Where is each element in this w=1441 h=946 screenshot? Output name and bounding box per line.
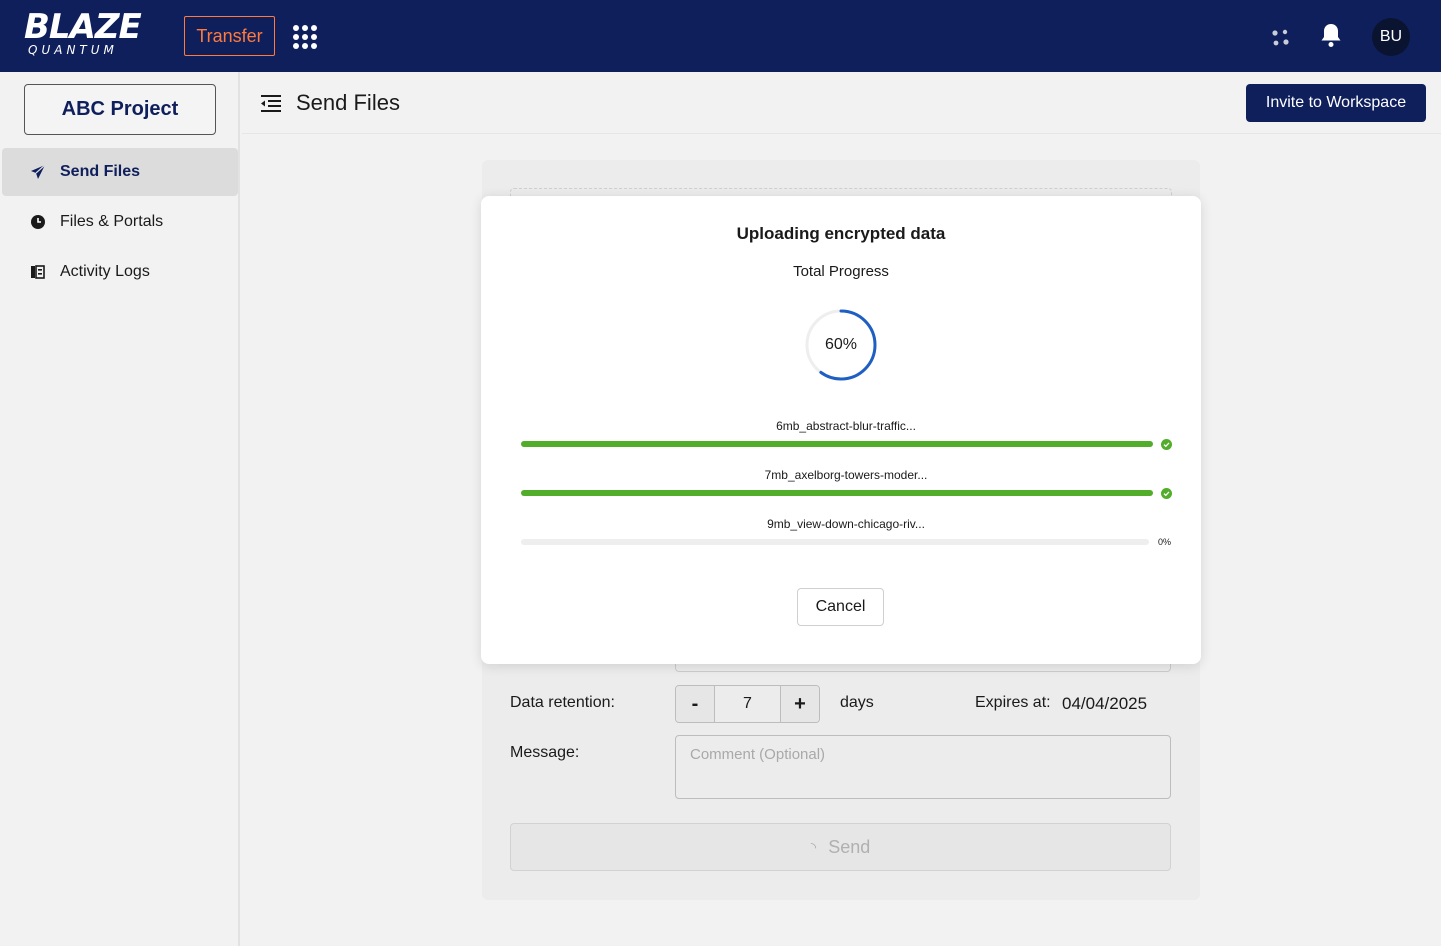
retention-value[interactable]: 7 <box>714 686 781 722</box>
sidebar-item-files-portals[interactable]: Files & Portals <box>2 198 238 246</box>
file-progress-fill <box>521 490 1153 496</box>
send-button-label: Send <box>828 836 871 857</box>
user-avatar[interactable]: BU <box>1372 18 1410 56</box>
cancel-button[interactable]: Cancel <box>797 588 884 626</box>
sidebar-item-send-files[interactable]: Send Files <box>2 148 238 196</box>
file-progress-track <box>521 539 1149 545</box>
bell-icon[interactable] <box>1319 22 1343 48</box>
file-name: 6mb_abstract-blur-traffic... <box>776 419 916 433</box>
app-name-badge[interactable]: Transfer <box>184 16 275 56</box>
loading-spinner-icon: ◝ <box>810 838 817 855</box>
data-retention-label: Data retention: <box>510 694 615 711</box>
check-icon <box>1161 439 1172 450</box>
check-icon <box>1161 488 1172 499</box>
dots-icon[interactable] <box>1271 28 1291 48</box>
blaze-quantum-logo[interactable]: BLAZE QUANTUM <box>24 10 164 60</box>
modal-title: Uploading encrypted data <box>736 224 946 243</box>
file-progress-track <box>521 490 1153 496</box>
logo-sub-text: QUANTUM <box>28 43 118 57</box>
page-header: Send Files Invite to Workspace <box>242 72 1441 134</box>
file-name: 7mb_axelborg-towers-moder... <box>764 468 928 482</box>
file-progress-percent: 0% <box>1158 537 1172 547</box>
decrement-button[interactable]: - <box>676 686 714 722</box>
log-icon <box>31 265 45 279</box>
days-label: days <box>840 694 874 711</box>
sidebar-item-label: Send Files <box>60 163 141 180</box>
total-progress-percent: 60% <box>824 336 858 353</box>
upload-progress-modal: Uploading encrypted data Total Progress … <box>481 196 1201 664</box>
file-name: 9mb_view-down-chicago-riv... <box>767 517 925 531</box>
expires-at-value: 04/04/2025 <box>1062 694 1148 713</box>
sidebar-item-label: Files & Portals <box>60 213 164 230</box>
clock-icon <box>31 215 45 229</box>
project-selector-button[interactable]: ABC Project <box>24 84 216 135</box>
sidebar-item-activity-logs[interactable]: Activity Logs <box>2 248 238 296</box>
retention-stepper: - 7 + <box>675 685 820 723</box>
logo-main-text: BLAZE <box>24 7 142 47</box>
file-progress-fill <box>521 441 1153 447</box>
message-label: Message: <box>510 744 580 761</box>
top-bar: BLAZE QUANTUM Transfer BU <box>0 0 1441 72</box>
apps-grid-icon[interactable] <box>292 24 318 50</box>
message-input[interactable] <box>675 735 1171 799</box>
expires-at-label: Expires at: <box>975 694 1051 711</box>
invite-to-workspace-button[interactable]: Invite to Workspace <box>1246 84 1426 122</box>
send-icon <box>31 164 46 179</box>
increment-button[interactable]: + <box>781 686 819 722</box>
total-progress-label: Total Progress <box>793 263 889 280</box>
collapse-menu-icon[interactable] <box>260 92 282 114</box>
file-progress-track <box>521 441 1153 447</box>
send-button[interactable]: ◝ Send <box>510 823 1171 871</box>
page-title: Send Files <box>296 90 400 115</box>
sidebar: ABC Project Send Files Files & Portals A… <box>0 72 240 946</box>
sidebar-item-label: Activity Logs <box>60 263 150 280</box>
